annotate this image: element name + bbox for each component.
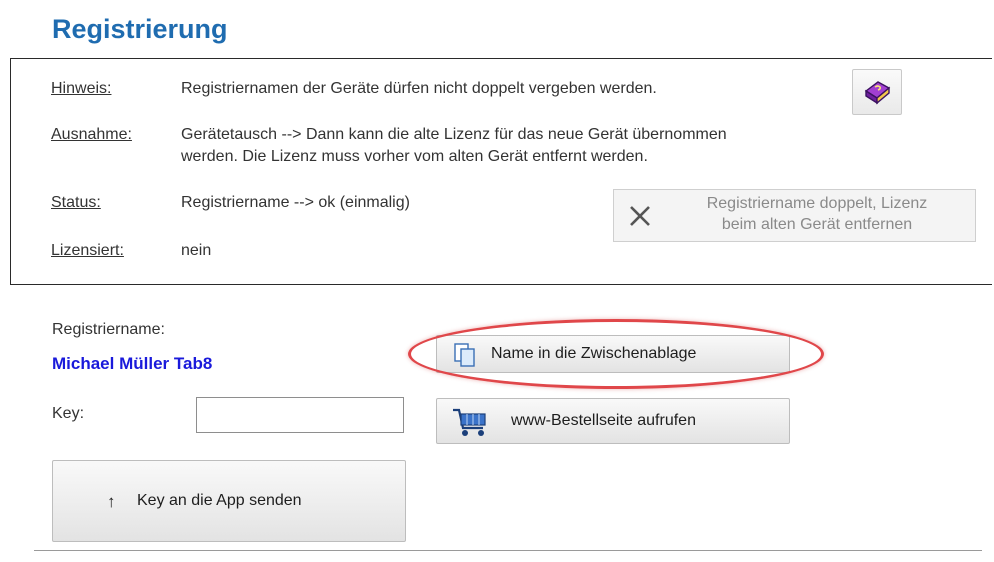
registriername-value: Michael Müller Tab8 <box>52 354 213 373</box>
lizensiert-value: nein <box>181 242 212 259</box>
key-input[interactable] <box>196 397 404 433</box>
lizensiert-label: Lizensiert: <box>51 242 124 259</box>
hinweis-text: Registriernamen der Geräte dürfen nicht … <box>181 80 657 97</box>
registriername-label: Registriername: <box>52 321 165 338</box>
status-text: Registriername --> ok (einmalig) <box>181 194 410 211</box>
hinweis-label: Hinweis: <box>51 80 112 97</box>
arrow-up-icon: ↑ <box>107 492 116 511</box>
ausnahme-text-line2: werden. Die Lizenz muss vorher vom alten… <box>181 148 648 165</box>
ausnahme-text-line1: Gerätetausch --> Dann kann die alte Lize… <box>181 126 727 143</box>
ausnahme-label: Ausnahme: <box>51 126 132 143</box>
order-page-button-label: www-Bestellseite aufrufen <box>511 412 696 429</box>
send-key-button[interactable]: ↑ Key an die App senden <box>52 460 406 542</box>
help-book-icon <box>864 81 891 105</box>
duplicate-name-button-label: Registriername doppelt, Lizenz beim alte… <box>706 195 928 233</box>
duplicate-name-button[interactable]: Registriername doppelt, Lizenz beim alte… <box>613 189 976 242</box>
page-title: Registrierung <box>52 14 228 44</box>
shopping-cart-icon <box>453 408 486 436</box>
copy-name-button[interactable]: Name in die Zwischenablage <box>436 335 790 373</box>
status-label: Status: <box>51 194 101 211</box>
divider <box>34 550 982 551</box>
help-button[interactable] <box>852 69 902 115</box>
order-page-button[interactable]: www-Bestellseite aufrufen <box>436 398 790 444</box>
copy-name-button-label: Name in die Zwischenablage <box>491 345 697 362</box>
send-key-button-label: Key an die App senden <box>137 492 302 509</box>
copy-documents-icon <box>454 343 475 367</box>
close-x-icon <box>630 206 650 226</box>
key-label: Key: <box>52 405 85 422</box>
